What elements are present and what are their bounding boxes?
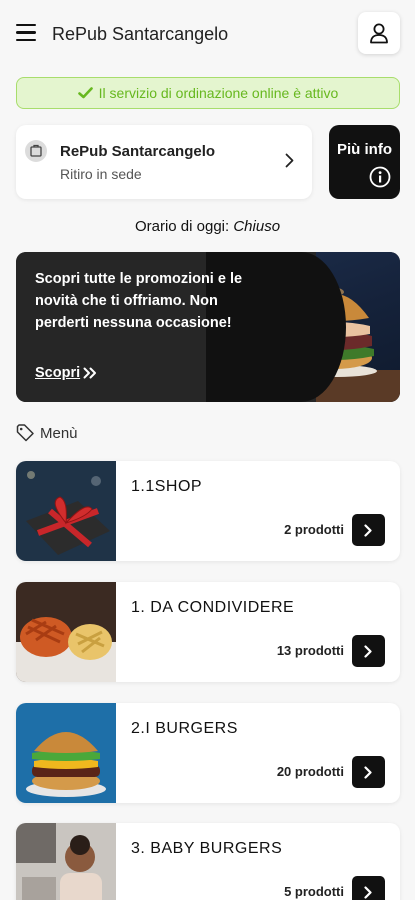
- gift-image: [16, 461, 116, 561]
- ordering-status-banner: Il servizio di ordinazione online è atti…: [16, 77, 400, 109]
- store-selector-card[interactable]: RePub Santarcangelo Ritiro in sede: [16, 125, 312, 199]
- category-open-button[interactable]: [352, 635, 385, 667]
- menu-heading: Menù: [16, 424, 78, 442]
- tag-icon: [16, 424, 34, 442]
- page-title: RePub Santarcangelo: [52, 24, 229, 44]
- chevron-right-icon: [364, 765, 372, 779]
- double-chevron-icon: [83, 367, 97, 379]
- category-count: 5 prodotti: [284, 884, 344, 899]
- more-info-button[interactable]: Più info: [329, 125, 400, 199]
- category-open-button[interactable]: [352, 756, 385, 788]
- hours-value: Chiuso: [233, 218, 281, 235]
- category-title: 2.I BURGERS: [131, 720, 238, 737]
- category-count: 2 prodotti: [284, 522, 344, 537]
- category-count: 20 prodotti: [276, 764, 344, 779]
- chevron-right-icon: [364, 523, 372, 537]
- menu-icon[interactable]: [16, 24, 36, 42]
- category-open-button[interactable]: [352, 514, 385, 546]
- info-icon: [369, 166, 391, 193]
- account-button[interactable]: [358, 12, 400, 54]
- chevron-right-icon: [364, 885, 372, 899]
- menu-heading-label: Menù: [40, 424, 78, 442]
- burger-image: [16, 703, 116, 803]
- discover-link[interactable]: Scopri: [35, 365, 97, 381]
- category-count: 13 prodotti: [276, 643, 344, 658]
- category-title: 1.1SHOP: [131, 478, 203, 495]
- category-card[interactable]: 3. BABY BURGERS 5 prodotti: [16, 823, 400, 900]
- promo-text: Scopri tutte le promozioni e le novità c…: [35, 271, 243, 331]
- store-icon: [25, 140, 47, 162]
- app-header: RePub Santarcangelo: [0, 0, 415, 70]
- fries-image: [16, 582, 116, 682]
- today-hours: Orario di oggi: Chiuso: [0, 218, 415, 235]
- hours-label: Orario di oggi:: [134, 218, 230, 235]
- discover-label: Scopri: [35, 365, 81, 381]
- status-text: Il servizio di ordinazione online è atti…: [98, 85, 339, 101]
- chevron-right-icon: [285, 153, 294, 173]
- kid-image: [16, 823, 116, 900]
- promo-banner[interactable]: Scopri tutte le promozioni e le novità c…: [16, 252, 400, 402]
- check-icon: [77, 87, 93, 99]
- more-info-label: Più info: [337, 141, 392, 158]
- category-open-button[interactable]: [352, 876, 385, 900]
- category-card[interactable]: 1. DA CONDIVIDERE 13 prodotti: [16, 582, 400, 682]
- store-name: RePub Santarcangelo: [60, 143, 216, 160]
- chevron-right-icon: [364, 644, 372, 658]
- category-title: 1. DA CONDIVIDERE: [131, 599, 295, 616]
- user-icon: [370, 23, 388, 44]
- store-service-mode: Ritiro in sede: [60, 166, 142, 182]
- category-card[interactable]: 1.1SHOP 2 prodotti: [16, 461, 400, 561]
- category-card[interactable]: 2.I BURGERS 20 prodotti: [16, 703, 400, 803]
- category-title: 3. BABY BURGERS: [131, 840, 283, 857]
